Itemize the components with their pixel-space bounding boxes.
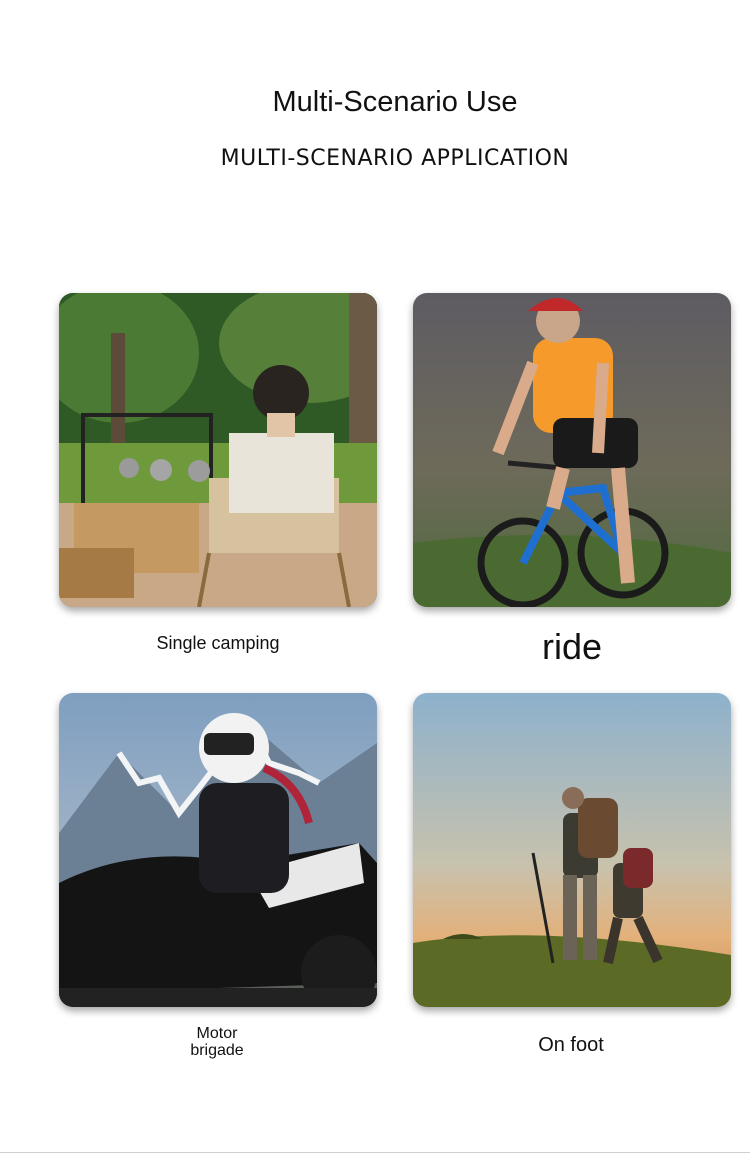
caption-on-foot: On foot [538,1034,604,1056]
camping-photo [59,293,377,607]
caption-line-2: brigade [190,1042,244,1059]
page-title: Multi-Scenario Use [272,86,518,118]
bottom-divider [0,1152,750,1153]
hiking-photo [413,693,731,1007]
caption-line-1: Motor [196,1025,238,1042]
caption-ride: ride [541,626,603,667]
page-subtitle: MULTI-SCENARIO APPLICATION [220,146,570,171]
caption-motor-brigade: Motor brigade [59,1025,375,1059]
caption-camping: Single camping [156,633,280,653]
motorcycle-photo [59,693,377,1007]
cycling-photo [413,293,731,607]
